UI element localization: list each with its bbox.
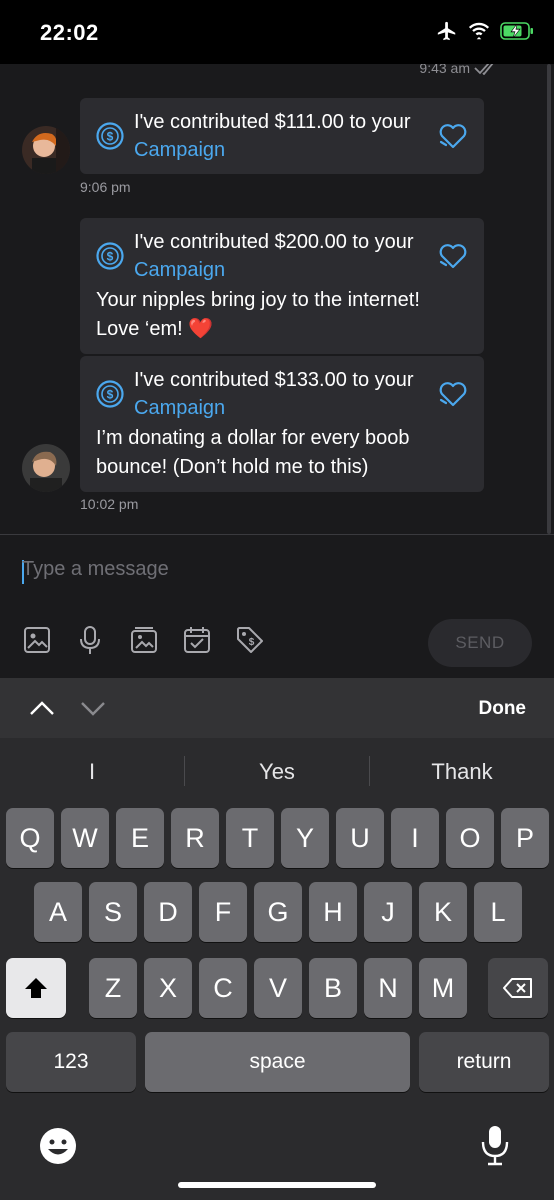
key-m[interactable]: M xyxy=(419,958,467,1018)
message-time: 9:06 pm xyxy=(80,179,131,195)
suggestion[interactable]: Yes xyxy=(185,748,369,796)
svg-text:$: $ xyxy=(107,388,114,402)
heart-icon[interactable] xyxy=(438,122,468,150)
key-i[interactable]: I xyxy=(391,808,439,868)
emoji-icon[interactable] xyxy=(38,1126,78,1166)
dollar-coin-icon: $ xyxy=(96,380,124,408)
scrollbar[interactable] xyxy=(547,64,551,534)
keyboard: Done I Yes Thank QWERTYUIOP ASDFGHJKL ZX… xyxy=(0,678,554,1200)
contribution-message[interactable]: $ I've contributed $111.00 to your Campa… xyxy=(80,98,484,174)
campaign-link[interactable]: Campaign xyxy=(134,139,225,161)
price-tag-icon[interactable]: $ xyxy=(235,625,265,655)
gallery-icon[interactable] xyxy=(129,625,159,655)
key-z[interactable]: Z xyxy=(89,958,137,1018)
battery-charging-icon xyxy=(500,22,533,40)
message-body: Your nipples bring joy to the internet! … xyxy=(96,289,420,340)
contribution-message[interactable]: $ I've contributed $200.00 to your Campa… xyxy=(80,218,484,354)
contribution-title: I've contributed $111.00 to your Campaig… xyxy=(134,108,434,164)
contribution-text: I've contributed $133.00 to your xyxy=(134,369,414,391)
key-v[interactable]: V xyxy=(254,958,302,1018)
shift-icon xyxy=(25,978,47,998)
campaign-link[interactable]: Campaign xyxy=(134,259,225,281)
key-w[interactable]: W xyxy=(61,808,109,868)
key-h[interactable]: H xyxy=(309,882,357,942)
avatar[interactable] xyxy=(22,444,70,492)
microphone-icon[interactable] xyxy=(75,625,105,655)
chat-thread[interactable]: 9:43 am $ I've contributed $111.00 to yo… xyxy=(0,64,554,534)
dollar-coin-icon: $ xyxy=(96,242,124,270)
return-key[interactable]: return xyxy=(419,1032,549,1092)
image-icon[interactable] xyxy=(22,625,52,655)
status-time: 22:02 xyxy=(40,20,99,45)
heart-icon[interactable] xyxy=(438,242,468,270)
key-p[interactable]: P xyxy=(501,808,549,868)
contribution-title: I've contributed $200.00 to your Campaig… xyxy=(134,228,434,284)
read-receipt: 9:43 am xyxy=(419,64,498,76)
suggestion[interactable]: I xyxy=(0,748,184,796)
space-key[interactable]: space xyxy=(145,1032,410,1092)
key-e[interactable]: E xyxy=(116,808,164,868)
key-n[interactable]: N xyxy=(364,958,412,1018)
done-button[interactable]: Done xyxy=(479,698,527,720)
numbers-key[interactable]: 123 xyxy=(6,1032,136,1092)
key-b[interactable]: B xyxy=(309,958,357,1018)
key-j[interactable]: J xyxy=(364,882,412,942)
heart-icon[interactable] xyxy=(438,380,468,408)
status-icons xyxy=(436,20,534,42)
key-c[interactable]: C xyxy=(199,958,247,1018)
key-u[interactable]: U xyxy=(336,808,384,868)
message-composer: Type a message $ SEND xyxy=(0,534,554,679)
key-y[interactable]: Y xyxy=(281,808,329,868)
airplane-icon xyxy=(437,21,456,41)
key-t[interactable]: T xyxy=(226,808,274,868)
key-s[interactable]: S xyxy=(89,882,137,942)
svg-text:$: $ xyxy=(107,250,114,264)
key-a[interactable]: A xyxy=(34,882,82,942)
double-check-icon xyxy=(474,64,494,75)
contribution-message[interactable]: $ I've contributed $133.00 to your Campa… xyxy=(80,356,484,492)
shift-key[interactable] xyxy=(6,958,66,1018)
calendar-check-icon[interactable] xyxy=(182,625,212,655)
key-f[interactable]: F xyxy=(199,882,247,942)
key-g[interactable]: G xyxy=(254,882,302,942)
key-r[interactable]: R xyxy=(171,808,219,868)
avatar[interactable] xyxy=(22,126,70,174)
dictation-icon[interactable] xyxy=(478,1124,512,1166)
key-l[interactable]: L xyxy=(474,882,522,942)
message-input[interactable]: Type a message xyxy=(22,558,169,581)
key-o[interactable]: O xyxy=(446,808,494,868)
chevron-up-icon[interactable] xyxy=(28,696,56,720)
dollar-coin-icon: $ xyxy=(96,122,124,150)
key-d[interactable]: D xyxy=(144,882,192,942)
backspace-key[interactable] xyxy=(488,958,548,1018)
suggestion[interactable]: Thank xyxy=(370,748,554,796)
contribution-text: I've contributed $200.00 to your xyxy=(134,231,414,253)
wifi-icon xyxy=(468,22,490,40)
message-time: 10:02 pm xyxy=(80,496,139,512)
home-indicator[interactable] xyxy=(178,1182,376,1188)
key-q[interactable]: Q xyxy=(6,808,54,868)
keyboard-accessory-bar: Done xyxy=(0,678,554,738)
contribution-title: I've contributed $133.00 to your Campaig… xyxy=(134,366,434,422)
send-button[interactable]: SEND xyxy=(428,619,532,667)
status-bar: 22:02 xyxy=(0,0,554,64)
svg-text:$: $ xyxy=(249,637,255,648)
message-body: I’m donating a dollar for every boob bou… xyxy=(96,427,410,478)
campaign-link[interactable]: Campaign xyxy=(134,397,225,419)
backspace-icon xyxy=(503,978,532,998)
svg-text:$: $ xyxy=(107,130,114,144)
key-x[interactable]: X xyxy=(144,958,192,1018)
chevron-down-icon[interactable] xyxy=(79,696,107,720)
read-time: 9:43 am xyxy=(419,64,470,76)
key-k[interactable]: K xyxy=(419,882,467,942)
contribution-text: I've contributed $111.00 to your xyxy=(134,111,411,133)
